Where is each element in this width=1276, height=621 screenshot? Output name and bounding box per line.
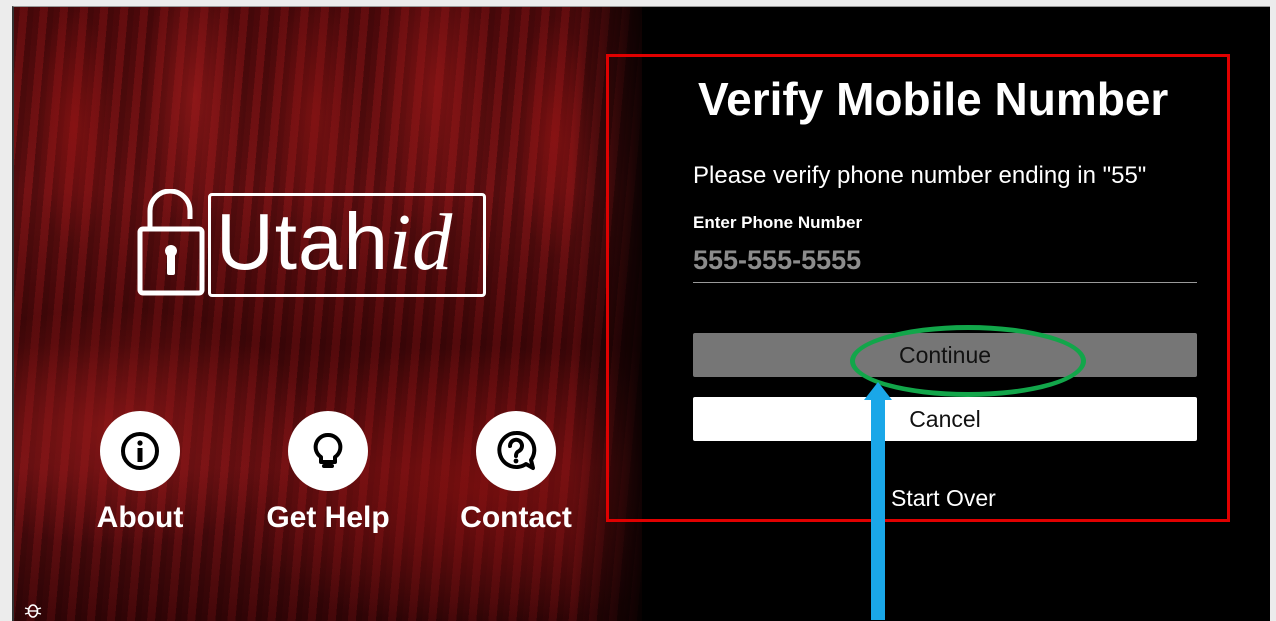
question-bubble-icon (497, 430, 537, 470)
about-link[interactable]: About (70, 411, 210, 535)
get-help-circle[interactable] (288, 411, 368, 491)
highlight-box-annotation (606, 54, 1230, 522)
lightbulb-icon (313, 432, 343, 468)
open-padlock-icon (137, 189, 205, 296)
logo-suffix-text: id (388, 199, 454, 287)
bug-icon[interactable] (24, 601, 42, 619)
about-label[interactable]: About (70, 501, 210, 535)
about-circle[interactable] (100, 411, 180, 491)
get-help-link[interactable]: Get Help (258, 411, 398, 535)
logo-wordmark: Utahid (216, 197, 453, 288)
contact-circle[interactable] (476, 411, 556, 491)
logo-main-text: Utah (216, 197, 389, 286)
contact-label[interactable]: Contact (446, 501, 586, 535)
get-help-label[interactable]: Get Help (258, 501, 398, 535)
utahid-logo: Utahid (136, 189, 492, 297)
contact-link[interactable]: Contact (446, 411, 586, 535)
arrow-up-annotation (864, 382, 892, 620)
info-icon (121, 432, 159, 470)
